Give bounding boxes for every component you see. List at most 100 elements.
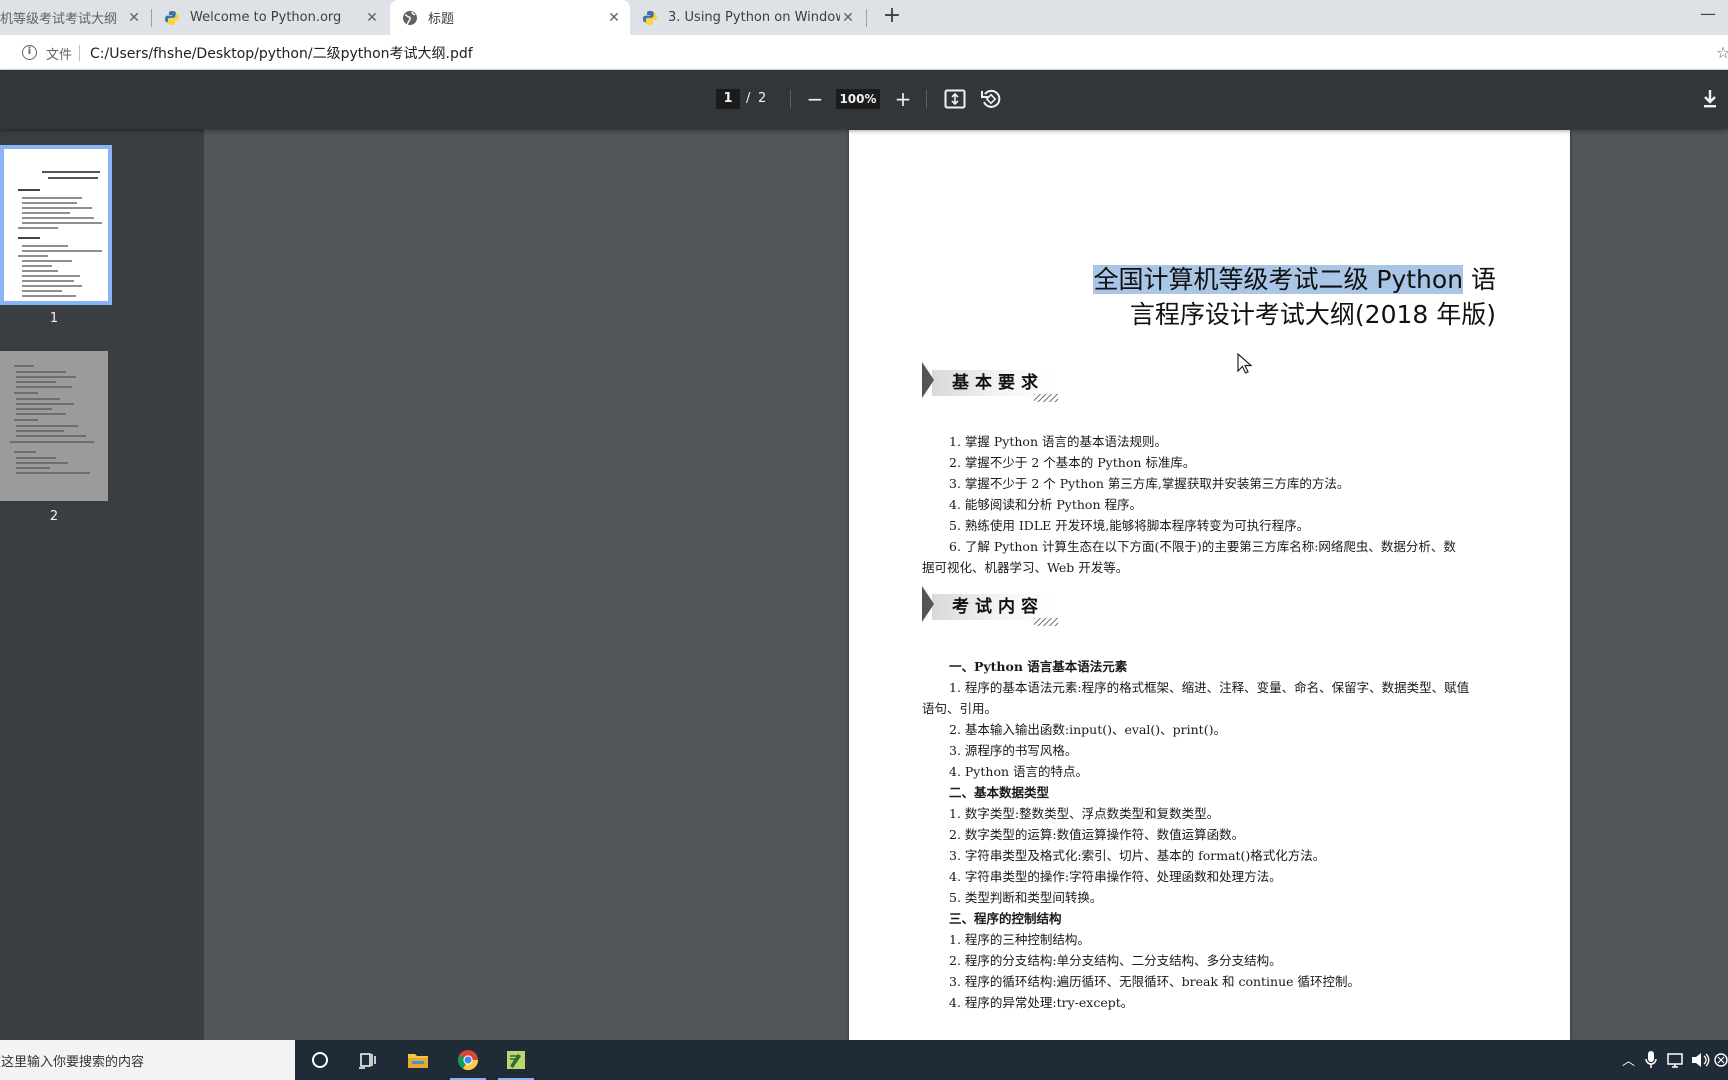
- title-text-line2: 言程序设计考试大纲(2018 年版): [1129, 300, 1496, 329]
- tab-python-org[interactable]: Welcome to Python.org ✕: [152, 0, 388, 35]
- thumb-text-line: [16, 403, 74, 405]
- thumb-text-line: [22, 207, 92, 209]
- python-icon: [643, 10, 657, 25]
- thumbnail-label: 1: [49, 311, 59, 326]
- thumb-text-line: [22, 260, 72, 262]
- fit-to-page-icon[interactable]: [944, 89, 966, 109]
- document-line: 1. 程序的基本语法元素:程序的格式框架、缩进、注释、变量、命名、保留字、数据类…: [949, 680, 1470, 695]
- thumb-text-line: [16, 371, 66, 373]
- thumb-text-line: [16, 430, 64, 432]
- page-total: 2: [758, 91, 767, 106]
- close-icon[interactable]: ✕: [364, 10, 380, 26]
- url-field[interactable]: C:/Users/fhshe/Desktop/python/二级python考试…: [90, 43, 473, 63]
- thumb-text-line: [22, 265, 52, 267]
- info-icon[interactable]: i: [22, 45, 37, 60]
- page-thumbnail-1[interactable]: [0, 145, 112, 305]
- divider: [790, 90, 791, 108]
- page-thumbnail-2[interactable]: [0, 351, 108, 501]
- thumb-text-line: [16, 425, 78, 427]
- document-line: 3. 掌握不少于 2 个 Python 第三方库,掌握获取并安装第三方库的方法。: [949, 476, 1350, 491]
- taskbar-search-box[interactable]: 在这里输入你要搜索的内容: [0, 1040, 295, 1080]
- thumb-text-line: [16, 413, 66, 415]
- close-icon[interactable]: ✕: [840, 10, 856, 26]
- document-line: 据可视化、机器学习、Web 开发等。: [922, 560, 1129, 575]
- thumb-text-line: [48, 177, 98, 179]
- zoom-out-button[interactable]: −: [804, 86, 826, 112]
- tab-active-pdf[interactable]: 标题 ✕: [390, 0, 630, 35]
- document-line: 2. 基本输入输出函数:input()、eval()、print()。: [949, 722, 1226, 737]
- mouse-cursor-icon: [1237, 353, 1253, 374]
- minimize-icon[interactable]: —: [1696, 4, 1720, 28]
- thumb-text-line: [16, 472, 90, 474]
- close-icon[interactable]: ✕: [126, 10, 142, 26]
- document-line: 4. 程序的异常处理:try-except。: [949, 995, 1134, 1010]
- thumb-text-line: [16, 386, 72, 388]
- zoom-level-input[interactable]: 100%: [836, 89, 880, 109]
- thumb-text-line: [16, 435, 86, 437]
- close-icon[interactable]: ✕: [606, 10, 622, 26]
- thumb-text-line: [22, 245, 68, 247]
- thumb-text-line: [18, 227, 58, 229]
- section-heading-text: 基本要求: [952, 373, 1044, 393]
- download-icon[interactable]: [1700, 88, 1720, 110]
- thumb-text-line: [22, 217, 94, 219]
- section-heading-requirements: 基本要求: [922, 360, 1058, 402]
- tab-title: Welcome to Python.org: [190, 10, 342, 25]
- volume-icon[interactable]: [1690, 1049, 1710, 1071]
- thumb-text-line: [18, 189, 40, 191]
- tray-chevron-icon[interactable]: ︿: [1622, 1050, 1635, 1069]
- thumb-text-line: [18, 237, 40, 239]
- network-icon[interactable]: [1666, 1049, 1686, 1071]
- document-line: 3. 字符串类型及格式化:索引、切片、基本的 format()格式化方法。: [949, 848, 1326, 863]
- thumbnail-sidebar: 1 2: [0, 129, 204, 1040]
- task-view-icon[interactable]: [356, 1048, 380, 1072]
- cortana-icon[interactable]: [308, 1048, 332, 1072]
- thumb-text-line: [22, 285, 82, 287]
- thumbnail-label: 2: [49, 509, 59, 524]
- page-number-input[interactable]: 1: [716, 89, 740, 109]
- thumb-text-line: [22, 250, 102, 252]
- new-tab-button[interactable]: +: [880, 5, 904, 29]
- pdf-page[interactable]: 全国计算机等级考试二级 Python 语 言程序设计考试大纲(2018 年版) …: [849, 130, 1570, 1040]
- thumb-text-line: [16, 398, 60, 400]
- rotate-icon[interactable]: [980, 88, 1002, 110]
- search-placeholder: 在这里输入你要搜索的内容: [0, 1055, 145, 1070]
- tab-strip: 机等级考试考试大纲（2 ✕ Welcome to Python.org ✕ 标题…: [0, 0, 1728, 35]
- thumb-text-line: [22, 212, 70, 214]
- thumb-text-line: [10, 441, 94, 443]
- subsection-heading: 一、Python 语言基本语法元素: [949, 659, 1128, 674]
- security-label[interactable]: 文件: [46, 44, 72, 63]
- thumb-text-line: [16, 408, 52, 410]
- thumb-text-line: [22, 270, 58, 272]
- file-explorer-icon[interactable]: [406, 1048, 430, 1072]
- thumb-text-line: [16, 462, 68, 464]
- tab-exam-outline[interactable]: 机等级考试考试大纲（2 ✕: [0, 0, 150, 35]
- tab-python-windows[interactable]: 3. Using Python on Windows — ✕: [630, 0, 864, 35]
- ime-icon[interactable]: [1712, 1049, 1728, 1071]
- document-line: 2. 掌握不少于 2 个基本的 Python 标准库。: [949, 455, 1196, 470]
- thumb-text-line: [22, 202, 77, 204]
- chrome-icon[interactable]: [456, 1048, 480, 1072]
- tab-title: 3. Using Python on Windows —: [668, 10, 840, 25]
- thumb-text-line: [14, 365, 34, 367]
- document-line: 6. 了解 Python 计算生态在以下方面(不限于)的主要第三方库名称:网络爬…: [949, 539, 1456, 554]
- pdf-viewer[interactable]: 全国计算机等级考试二级 Python 语 言程序设计考试大纲(2018 年版) …: [204, 129, 1728, 1040]
- divider: [926, 90, 927, 108]
- thumb-text-line: [16, 457, 56, 459]
- thumb-text-line: [16, 467, 50, 469]
- pdf-toolbar: 1 / 2 − 100% +: [0, 70, 1728, 129]
- bookmark-star-icon[interactable]: ☆: [1716, 43, 1728, 62]
- thumb-text-line: [22, 280, 74, 282]
- tab-title: 机等级考试考试大纲（2: [0, 12, 126, 27]
- section-heading-content: 考试内容: [922, 584, 1058, 626]
- globe-icon: [403, 10, 417, 25]
- thumb-text-line: [22, 197, 82, 199]
- editor-app-icon[interactable]: [504, 1048, 528, 1072]
- microphone-icon[interactable]: [1644, 1049, 1658, 1071]
- address-bar: i 文件 C:/Users/fhshe/Desktop/python/二级pyt…: [0, 35, 1728, 70]
- thumb-text-line: [22, 222, 102, 224]
- thumb-text-line: [22, 295, 76, 297]
- zoom-in-button[interactable]: +: [892, 86, 914, 112]
- thumb-text-line: [22, 290, 62, 292]
- document-line: 5. 类型判断和类型间转换。: [949, 890, 1103, 905]
